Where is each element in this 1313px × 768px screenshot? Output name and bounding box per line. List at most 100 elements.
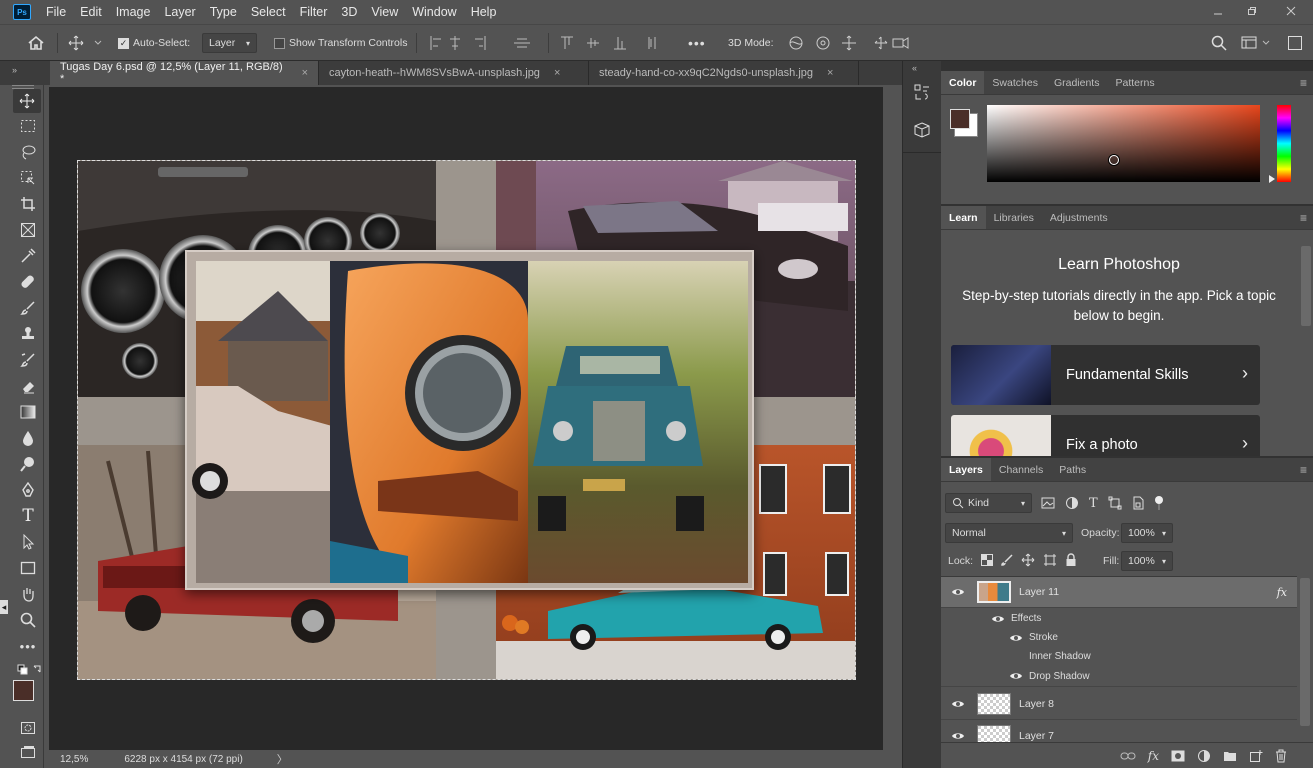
layer-name[interactable]: Layer 8: [1019, 698, 1054, 710]
brush-tool-icon[interactable]: [16, 297, 40, 319]
visibility-eye-icon[interactable]: [951, 699, 965, 709]
expand-dock-icon[interactable]: «: [912, 63, 917, 73]
delete-layer-icon[interactable]: [1275, 749, 1287, 763]
tab-color[interactable]: Color: [941, 71, 985, 94]
zoom-level[interactable]: 12,5%: [60, 754, 88, 765]
tab-swatches[interactable]: Swatches: [984, 71, 1046, 94]
shape-filter-icon[interactable]: [1108, 496, 1122, 510]
menu-type[interactable]: Type: [203, 0, 244, 24]
new-adjustment-layer-icon[interactable]: [1197, 749, 1211, 763]
align-buttons[interactable]: [430, 25, 540, 61]
layer-name[interactable]: Layer 11: [1019, 586, 1059, 598]
add-mask-icon[interactable]: [1171, 750, 1185, 762]
tab-libraries[interactable]: Libraries: [986, 206, 1042, 229]
lock-all-icon[interactable]: [1065, 553, 1077, 567]
frame-tool-icon[interactable]: [16, 219, 40, 241]
visibility-eye-icon[interactable]: [1009, 671, 1023, 681]
layer-effects-row[interactable]: Effects: [941, 609, 1297, 628]
panel-menu-icon[interactable]: ≡: [1300, 458, 1307, 481]
layer-name[interactable]: Layer 7: [1019, 730, 1054, 742]
screen-mode-icon[interactable]: [16, 741, 40, 763]
foreground-color-chip[interactable]: [950, 109, 970, 129]
3d-panel-icon[interactable]: [913, 121, 931, 139]
type-tool-icon[interactable]: T: [16, 505, 40, 527]
move-tool-icon[interactable]: [13, 89, 41, 113]
quick-mask-icon[interactable]: [16, 717, 40, 739]
menu-filter[interactable]: Filter: [293, 0, 335, 24]
share-icon[interactable]: [1287, 25, 1303, 61]
tab-channels[interactable]: Channels: [991, 458, 1051, 481]
auto-select-checkbox[interactable]: ✓ Auto-Select:: [118, 25, 190, 61]
restore-icon[interactable]: [1235, 0, 1269, 22]
close-icon[interactable]: ×: [554, 67, 560, 79]
tab-learn[interactable]: Learn: [941, 206, 986, 229]
layer-filter-dropdown[interactable]: Kind ▾: [945, 493, 1032, 513]
menu-file[interactable]: File: [39, 0, 73, 24]
menu-edit[interactable]: Edit: [73, 0, 109, 24]
layer-row-layer-11[interactable]: Layer 11 fx: [941, 577, 1297, 608]
default-colors-icon[interactable]: [16, 659, 44, 681]
home-icon[interactable]: [27, 25, 45, 61]
lesson-fundamental-skills[interactable]: Fundamental Skills ›: [951, 345, 1260, 405]
hand-tool-icon[interactable]: [16, 583, 40, 605]
smart-object-filter-icon[interactable]: [1132, 496, 1144, 510]
hue-slider[interactable]: [1277, 105, 1291, 182]
pixel-filter-icon[interactable]: [1041, 497, 1055, 509]
add-style-icon[interactable]: fx: [1148, 749, 1159, 763]
fx-badge-icon[interactable]: fx: [1277, 586, 1287, 599]
tab-cayton-heath[interactable]: cayton-heath--hWM8SVsBwA-unsplash.jpg ×: [319, 61, 589, 85]
eyedropper-tool-icon[interactable]: [16, 245, 40, 267]
visibility-eye-icon[interactable]: [991, 614, 1005, 624]
tab-steady-hand-co[interactable]: steady-hand-co-xx9qC2Ngds0-unsplash.jpg ×: [589, 61, 859, 85]
crop-tool-icon[interactable]: [16, 193, 40, 215]
close-icon[interactable]: ×: [302, 67, 308, 79]
menu-view[interactable]: View: [364, 0, 405, 24]
tab-layers[interactable]: Layers: [941, 458, 991, 481]
type-filter-icon[interactable]: T: [1089, 496, 1098, 511]
lock-image-icon[interactable]: [1001, 554, 1013, 566]
visibility-eye-icon[interactable]: [1009, 633, 1023, 643]
panel-menu-icon[interactable]: ≡: [1300, 206, 1307, 229]
lasso-tool-icon[interactable]: [16, 141, 40, 163]
lock-artboard-icon[interactable]: [1043, 553, 1057, 567]
tab-adjustments[interactable]: Adjustments: [1042, 206, 1116, 229]
zoom-tool-icon[interactable]: [16, 609, 40, 631]
menu-window[interactable]: Window: [405, 0, 463, 24]
blur-tool-icon[interactable]: [16, 427, 40, 449]
rectangle-tool-icon[interactable]: [16, 557, 40, 579]
pen-tool-icon[interactable]: [16, 479, 40, 501]
tab-patterns[interactable]: Patterns: [1107, 71, 1162, 94]
effect-row-drop-shadow[interactable]: Drop Shadow: [941, 666, 1297, 687]
tab-gradients[interactable]: Gradients: [1046, 71, 1108, 94]
link-layers-icon[interactable]: [1120, 750, 1136, 762]
document-canvas[interactable]: [77, 160, 856, 680]
menu-image[interactable]: Image: [109, 0, 158, 24]
move-tool-preset-icon[interactable]: [68, 25, 102, 61]
lock-buttons[interactable]: [981, 551, 1077, 569]
search-icon[interactable]: [1211, 25, 1227, 61]
visibility-eye-icon[interactable]: [951, 587, 965, 597]
menu-3d[interactable]: 3D: [334, 0, 364, 24]
effect-row-inner-shadow[interactable]: Inner Shadow: [941, 647, 1297, 666]
close-window-icon[interactable]: [1269, 0, 1313, 22]
dodge-tool-icon[interactable]: [16, 453, 40, 475]
color-field[interactable]: [987, 105, 1260, 182]
effect-row-stroke[interactable]: Stroke: [941, 628, 1297, 647]
adjustment-filter-icon[interactable]: [1065, 496, 1079, 510]
status-menu-icon[interactable]: 〉: [277, 751, 288, 767]
new-layer-icon[interactable]: [1249, 749, 1263, 763]
show-transform-checkbox[interactable]: Show Transform Controls: [274, 25, 407, 61]
filter-toggle-icon[interactable]: [1154, 495, 1164, 511]
healing-brush-tool-icon[interactable]: [16, 271, 40, 293]
new-group-icon[interactable]: [1223, 750, 1237, 762]
tab-paths[interactable]: Paths: [1051, 458, 1094, 481]
learn-scrollbar[interactable]: [1301, 246, 1311, 326]
history-brush-tool-icon[interactable]: [16, 349, 40, 371]
clone-stamp-tool-icon[interactable]: [16, 323, 40, 345]
layers-scrollbar[interactable]: [1300, 578, 1310, 726]
opacity-field[interactable]: 100% ▾: [1121, 523, 1173, 543]
history-panel-icon[interactable]: [913, 83, 931, 101]
foreground-color-swatch[interactable]: [13, 680, 34, 701]
path-selection-tool-icon[interactable]: [16, 531, 40, 553]
blend-mode-dropdown[interactable]: Normal ▾: [945, 523, 1073, 543]
